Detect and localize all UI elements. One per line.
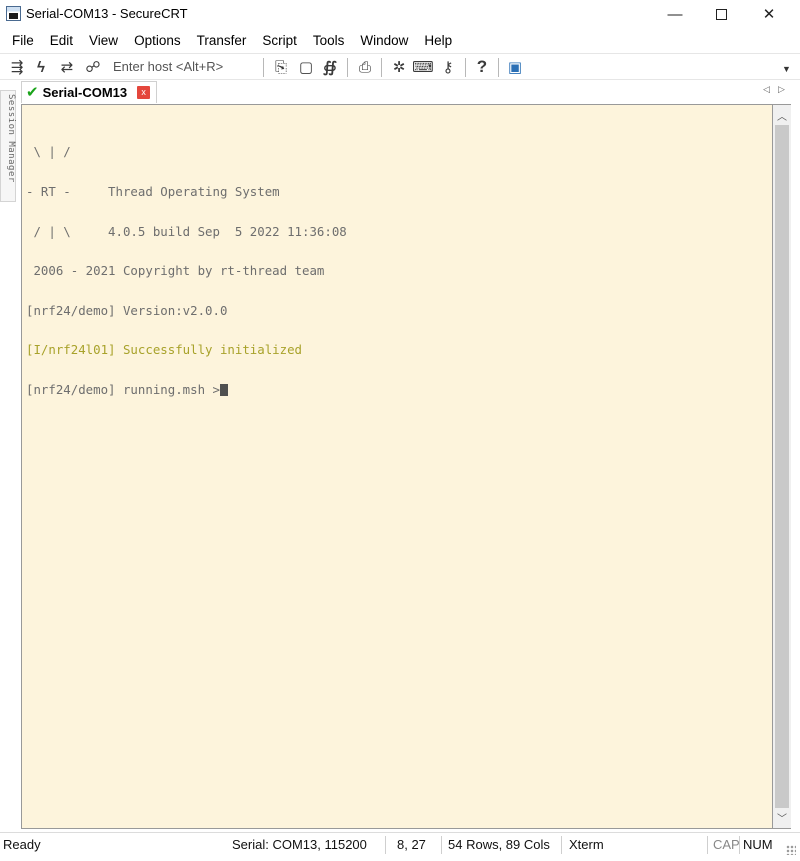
window-title: Serial-COM13 - SecureCRT (26, 6, 188, 21)
terminal-line: [nrf24/demo] Version:v2.0.0 (26, 302, 228, 318)
resize-grip-icon[interactable] (786, 845, 796, 855)
session-tab-bar: ✔ Serial-COM13 x ◁ ▷ (21, 81, 800, 103)
terminal-line: / | \ 4.0.5 build Sep 5 2022 11:36:08 (26, 223, 347, 239)
title-bar: Serial-COM13 - SecureCRT — ✕ (0, 0, 800, 28)
quick-connect-icon[interactable]: ϟ (33, 57, 49, 77)
terminal-line: \ | / (26, 144, 71, 160)
tab-label: Serial-COM13 (42, 85, 128, 100)
menu-file[interactable]: File (4, 33, 42, 48)
settings-icon[interactable]: ✲ (390, 57, 408, 77)
toolbar-separator (347, 58, 348, 77)
terminal-cursor (219, 383, 228, 396)
menu-options[interactable]: Options (126, 33, 189, 48)
status-cap: CAP (713, 837, 740, 852)
screen-icon[interactable]: ▣ (506, 57, 524, 77)
scrollbar-thumb[interactable] (775, 125, 789, 808)
menu-tools[interactable]: Tools (305, 33, 353, 48)
terminal-scrollbar[interactable]: ︿ ﹀ (773, 104, 791, 829)
status-size: 54 Rows, 89 Cols (448, 837, 550, 852)
connect-icon[interactable]: ⇶ (8, 57, 26, 77)
copy-icon[interactable]: ⎘ (272, 57, 290, 77)
menu-script[interactable]: Script (254, 33, 305, 48)
menu-window[interactable]: Window (352, 33, 416, 48)
terminal-view[interactable]: \ | / - RT - Thread Operating System / |… (21, 104, 773, 829)
disconnect-icon[interactable]: ☍ (84, 57, 102, 77)
connected-check-icon: ✔ (26, 84, 39, 101)
scroll-down-icon[interactable]: ﹀ (773, 809, 791, 826)
status-separator (441, 836, 442, 854)
terminal-prompt-line: [nrf24/demo] running.msh > (26, 383, 347, 396)
terminal-line: - RT - Thread Operating System (26, 184, 280, 199)
terminal-prompt: [nrf24/demo] running.msh > (26, 381, 220, 397)
help-icon[interactable]: ? (474, 57, 490, 77)
toolbar-separator (465, 58, 466, 77)
status-separator (561, 836, 562, 854)
session-manager-tab[interactable]: Session Manager (0, 90, 16, 202)
menu-transfer[interactable]: Transfer (189, 33, 255, 48)
status-separator (385, 836, 386, 854)
toolbar: ⇶ ϟ ⇄ ☍ Enter host <Alt+R> ⎘ ▢ ∯ ⎙ ✲ ⌨ ⚷… (0, 53, 800, 80)
find-icon[interactable]: ∯ (321, 57, 339, 77)
scroll-up-icon[interactable]: ︿ (773, 107, 791, 124)
menu-edit[interactable]: Edit (42, 33, 81, 48)
terminal-output: \ | / - RT - Thread Operating System / |… (26, 119, 347, 423)
status-num: NUM (743, 837, 773, 852)
tab-serial-com13[interactable]: ✔ Serial-COM13 x (21, 81, 158, 103)
maximize-icon (715, 8, 727, 20)
paste-icon[interactable]: ▢ (297, 57, 315, 77)
toolbar-separator (498, 58, 499, 77)
keymap-icon[interactable]: ⌨ (412, 57, 434, 77)
tab-scroll-left-icon[interactable]: ◁ (763, 84, 770, 95)
status-emulation: Xterm (569, 837, 604, 852)
toolbar-separator (263, 58, 264, 77)
status-ready: Ready (3, 837, 41, 852)
print-icon[interactable]: ⎙ (356, 57, 374, 77)
minimize-button[interactable]: — (652, 0, 698, 28)
toolbar-overflow-icon[interactable]: ▼ (782, 64, 791, 74)
session-manager-label: Session Manager (6, 94, 16, 183)
status-separator (739, 836, 740, 854)
app-icon (6, 6, 21, 21)
close-button[interactable]: ✕ (746, 0, 792, 28)
status-bar: Ready Serial: COM13, 115200 8, 27 54 Row… (0, 832, 800, 856)
status-cursor-position: 8, 27 (397, 837, 426, 852)
menu-view[interactable]: View (81, 33, 126, 48)
terminal-line-highlight: [I/nrf24l01] Successfully initialized (26, 342, 303, 358)
tab-close-icon[interactable]: x (137, 86, 151, 99)
key-icon[interactable]: ⚷ (440, 57, 456, 77)
reconnect-icon[interactable]: ⇄ (58, 57, 76, 77)
maximize-button[interactable] (698, 0, 744, 28)
securecrt-window: Serial-COM13 - SecureCRT — ✕ File Edit V… (0, 0, 800, 861)
tab-scroll-right-icon[interactable]: ▷ (778, 84, 785, 95)
status-connection: Serial: COM13, 115200 (232, 837, 367, 852)
terminal-line: 2006 - 2021 Copyright by rt-thread team (26, 263, 325, 279)
toolbar-separator (381, 58, 382, 77)
menu-bar: File Edit View Options Transfer Script T… (0, 28, 800, 52)
status-separator (707, 836, 708, 854)
menu-help[interactable]: Help (416, 33, 460, 48)
enter-host-field[interactable]: Enter host <Alt+R> (113, 59, 223, 74)
